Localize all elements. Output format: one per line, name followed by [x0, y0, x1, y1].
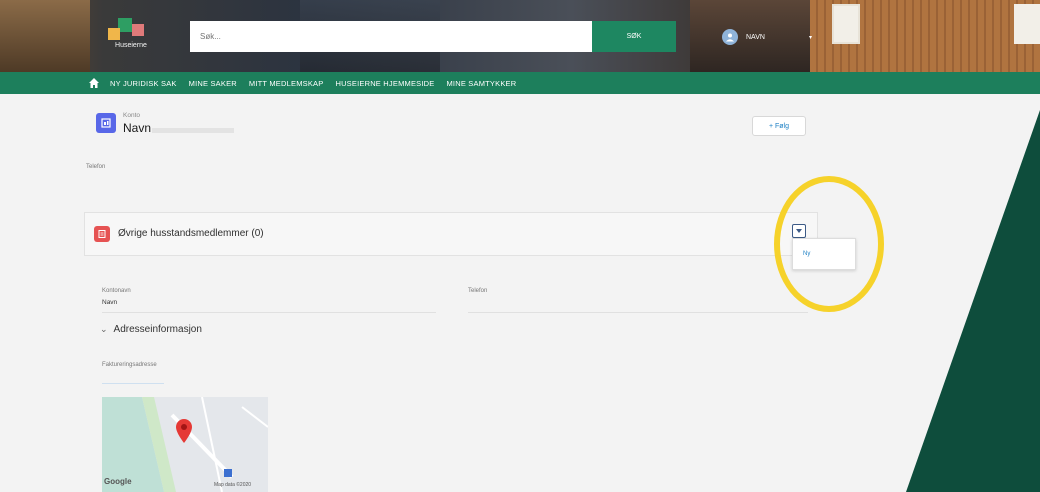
- household-members-icon: [94, 226, 110, 242]
- header-background: [0, 0, 90, 72]
- section-title: Adresseinformasjon: [113, 324, 202, 335]
- search-button[interactable]: SØK: [592, 21, 676, 52]
- record-title: Navn: [123, 121, 152, 135]
- follow-button[interactable]: + Følg: [752, 116, 806, 136]
- field-divider: [102, 312, 436, 313]
- record-type-label: Konto: [123, 112, 140, 119]
- account-name-value: Navn: [102, 299, 118, 306]
- phone-field-label: Telefon: [468, 288, 488, 294]
- chevron-down-icon: ⌄: [100, 324, 108, 334]
- huseierne-logo[interactable]: Huseierne: [102, 14, 160, 56]
- header-background: [832, 4, 860, 44]
- nav-item-new-legal-case[interactable]: NY JURIDISK SAK: [110, 79, 177, 88]
- menu-item-new[interactable]: Ny: [803, 251, 810, 257]
- nav-item-my-membership[interactable]: MITT MEDLEMSKAP: [249, 79, 324, 88]
- related-list-title[interactable]: Øvrige husstandsmedlemmer (0): [118, 228, 264, 239]
- site-header: Huseierne SØK NAVN ▾: [0, 0, 1040, 72]
- redacted-text: [152, 128, 234, 133]
- billing-address-label: Faktureringsadresse: [102, 362, 157, 368]
- logo-mark: [118, 18, 132, 32]
- logo-mark: [108, 28, 120, 40]
- dropdown-menu: Ny: [792, 238, 856, 270]
- user-avatar-icon: [722, 29, 738, 45]
- phone-label: Telefon: [86, 164, 106, 170]
- logo-mark: [132, 24, 144, 36]
- main-navigation: NY JURIDISK SAK MINE SAKER MITT MEDLEMSK…: [0, 72, 1040, 94]
- account-icon: [96, 113, 116, 133]
- address-link-underline: [102, 383, 164, 384]
- nav-item-homepage[interactable]: HUSEIERNE HJEMMESIDE: [335, 79, 434, 88]
- user-menu[interactable]: NAVN ▾: [722, 28, 812, 46]
- nav-item-my-consents[interactable]: MINE SAMTYKKER: [446, 79, 516, 88]
- account-name-label: Kontonavn: [102, 288, 131, 294]
- address-section-toggle[interactable]: ⌄ Adresseinformasjon: [100, 324, 202, 335]
- caret-down-icon: [796, 229, 802, 233]
- map-attribution: Map data ©2020: [214, 482, 252, 488]
- search-input[interactable]: [190, 21, 592, 52]
- header-background: [1014, 4, 1040, 44]
- map-pin-icon: [176, 419, 192, 443]
- logo-text: Huseierne: [115, 42, 147, 49]
- chevron-down-icon: ▾: [808, 34, 812, 41]
- home-icon[interactable]: [88, 77, 100, 89]
- related-actions-dropdown[interactable]: [792, 224, 806, 238]
- google-logo: Google: [104, 477, 132, 486]
- user-name: NAVN: [746, 33, 765, 41]
- field-divider: [468, 312, 808, 313]
- nav-item-my-cases[interactable]: MINE SAKER: [189, 79, 237, 88]
